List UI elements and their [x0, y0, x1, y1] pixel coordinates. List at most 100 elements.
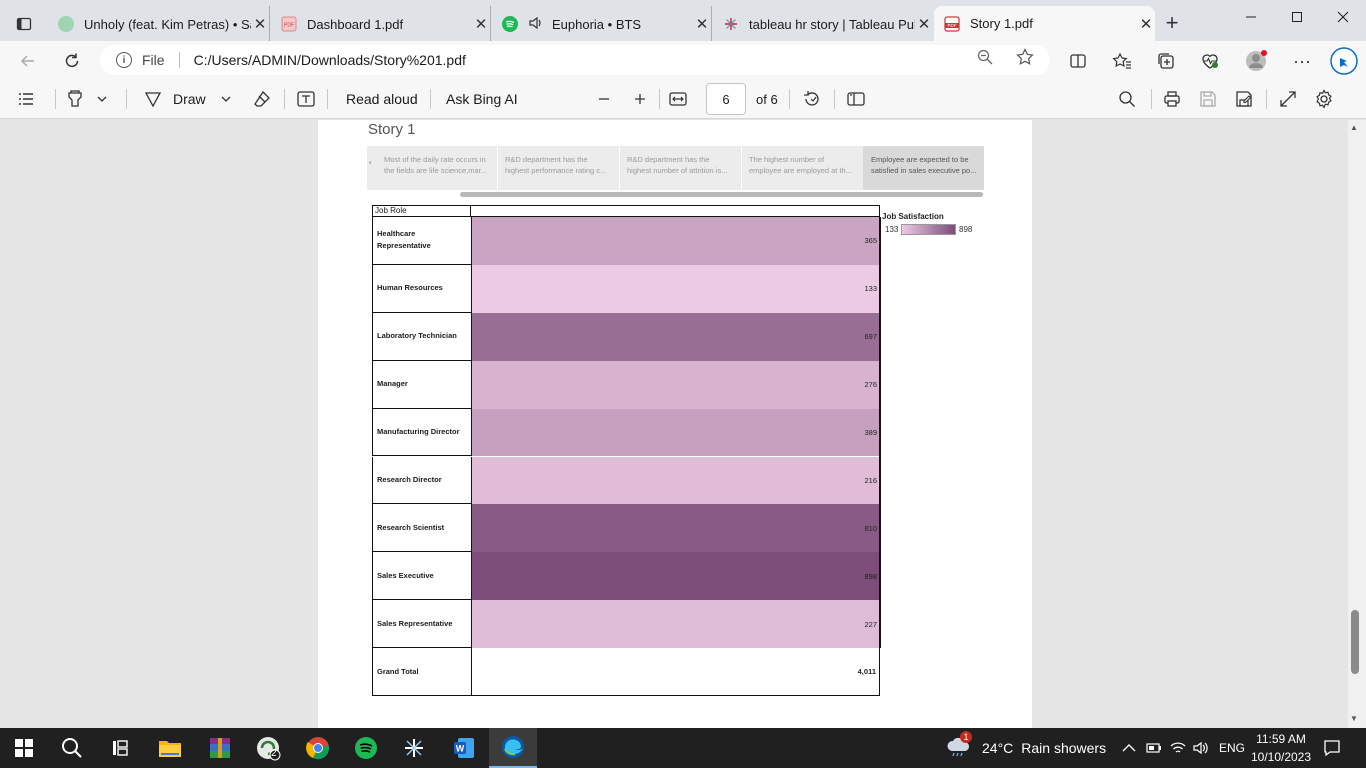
legend-gradient — [901, 224, 956, 235]
split-screen-icon[interactable] — [1066, 49, 1090, 73]
scroll-up-icon[interactable]: ▲ — [1350, 123, 1358, 132]
tab-dashboard-pdf[interactable]: PDF Dashboard 1.pdf ✕ — [271, 6, 491, 42]
notifications-icon[interactable] — [1323, 728, 1341, 768]
chrome-icon[interactable] — [294, 728, 342, 768]
close-tab-icon[interactable]: ✕ — [693, 15, 711, 33]
close-window-icon[interactable] — [1320, 4, 1366, 30]
back-icon[interactable] — [14, 47, 42, 75]
fullscreen-icon[interactable] — [1278, 87, 1298, 111]
rotate-icon[interactable] — [802, 87, 822, 111]
zoom-out-icon[interactable] — [596, 87, 612, 111]
story-title: Story 1 — [368, 121, 416, 138]
close-tab-icon[interactable]: ✕ — [915, 15, 933, 33]
battery-icon[interactable] — [1146, 728, 1162, 768]
tab-story-pdf[interactable]: PDF Story 1.pdf ✕ — [934, 6, 1155, 41]
spotify-icon[interactable] — [342, 728, 390, 768]
tableau-icon[interactable] — [390, 728, 438, 768]
ask-bing-button[interactable]: Ask Bing AI — [446, 87, 518, 111]
show-hidden-icons-icon[interactable] — [1122, 728, 1136, 768]
print-icon[interactable] — [1162, 87, 1182, 111]
settings-gear-icon[interactable] — [1314, 87, 1334, 111]
story-point-text: Employee are expected to be — [871, 155, 969, 164]
favorite-star-icon[interactable] — [1016, 48, 1034, 66]
story-point[interactable]: R&D department has the highest number of… — [619, 146, 740, 190]
zoom-icon[interactable] — [976, 48, 994, 66]
story-point[interactable]: R&D department has the highest performan… — [497, 146, 618, 190]
heatmap-cell: 133 — [472, 264, 880, 313]
word-icon[interactable]: W — [440, 728, 488, 768]
story-point[interactable]: The highest number of employee are emplo… — [741, 146, 862, 190]
volume-icon[interactable] — [1193, 728, 1209, 768]
scroll-down-icon[interactable]: ▼ — [1350, 714, 1358, 723]
highlight-dropdown-icon[interactable] — [96, 87, 108, 111]
edge-icon[interactable] — [489, 728, 537, 768]
highlight-icon[interactable] — [66, 87, 88, 111]
profile-avatar[interactable] — [1244, 49, 1268, 73]
table-of-contents-icon[interactable] — [16, 87, 36, 111]
row-label: Manager — [372, 360, 472, 409]
maximize-icon[interactable] — [1274, 4, 1320, 30]
address-bar[interactable]: i File C:/Users/ADMIN/Downloads/Story%20… — [100, 45, 1050, 75]
read-aloud-button[interactable]: Read aloud — [346, 87, 418, 111]
search-icon[interactable] — [48, 728, 96, 768]
more-options-icon[interactable]: ··· — [1290, 49, 1314, 73]
refresh-icon[interactable] — [58, 47, 86, 75]
page-view-icon[interactable] — [846, 87, 866, 111]
heatmap-cell: 898 — [472, 552, 880, 601]
weather-widget[interactable]: 1 24°C Rain showers — [946, 728, 1106, 768]
rain-cloud-icon: 1 — [946, 730, 972, 762]
page-number-input[interactable]: 6 — [706, 83, 746, 115]
add-text-icon[interactable] — [296, 87, 316, 111]
row-label: Laboratory Technician — [372, 312, 472, 361]
pdf-icon: PDF — [281, 16, 297, 32]
speaker-icon[interactable] — [528, 15, 544, 34]
tab-title: tableau hr story | Tableau Pub — [749, 16, 915, 32]
tab-tableau[interactable]: tableau hr story | Tableau Pub ✕ — [713, 6, 933, 42]
winrar-icon[interactable] — [196, 728, 244, 768]
story-point[interactable]: Most of the daily rate occurs in the fie… — [376, 146, 496, 190]
table-border — [879, 217, 881, 649]
heatmap-cell: 810 — [472, 504, 880, 553]
minimize-icon[interactable] — [1228, 4, 1274, 30]
heatmap-cell: 389 — [472, 408, 880, 457]
story-point-text: employee are employed at th... — [749, 166, 852, 175]
fit-to-width-icon[interactable] — [668, 87, 688, 111]
new-tab-icon[interactable]: + — [1160, 11, 1184, 35]
favorites-icon[interactable] — [1110, 49, 1134, 73]
divider — [1151, 89, 1152, 109]
info-icon[interactable]: i — [116, 52, 132, 68]
performance-icon[interactable] — [1198, 49, 1222, 73]
wifi-icon[interactable] — [1170, 728, 1186, 768]
close-tab-icon[interactable]: ✕ — [251, 15, 269, 33]
collections-icon[interactable] — [1154, 49, 1178, 73]
zoom-in-icon[interactable] — [632, 87, 648, 111]
close-tab-icon[interactable]: ✕ — [472, 15, 490, 33]
page-count: of 6 — [756, 91, 778, 107]
draw-label: Draw — [173, 91, 206, 107]
bing-chat-icon[interactable] — [1329, 46, 1359, 76]
eraser-icon[interactable] — [252, 87, 272, 111]
windows-start-icon[interactable] — [0, 728, 48, 768]
save-icon[interactable] — [1198, 87, 1218, 111]
story-point-text: satisfied in sales executive po... — [871, 166, 977, 175]
story-point-text: the fields are life science,mar... — [384, 166, 487, 175]
story-navigator-scrollbar[interactable] — [460, 192, 983, 197]
tab-euphoria[interactable]: Euphoria • BTS ✕ — [492, 6, 712, 42]
pen-icon — [143, 89, 163, 109]
scrollbar-thumb[interactable] — [1351, 610, 1359, 674]
clock[interactable]: 11:59 AM 10/10/2023 — [1240, 730, 1322, 766]
save-as-icon[interactable] — [1234, 87, 1254, 111]
task-view-icon[interactable] — [96, 728, 144, 768]
close-tab-icon[interactable]: ✕ — [1137, 15, 1155, 33]
row-label: Manufacturing Director — [372, 408, 472, 457]
tab-unholy[interactable]: Unholy (feat. Kim Petras) • Sa ✕ — [48, 6, 270, 42]
row-label: Healthcare Representative — [372, 217, 472, 265]
search-icon[interactable] — [1118, 87, 1136, 111]
story-point-active[interactable]: Employee are expected to be satisfied in… — [863, 146, 984, 190]
tab-actions-menu-icon[interactable] — [10, 10, 38, 38]
file-explorer-icon[interactable] — [146, 728, 194, 768]
url-text[interactable]: C:/Users/ADMIN/Downloads/Story%201.pdf — [194, 52, 466, 68]
draw-button[interactable]: Draw — [143, 87, 206, 111]
chrome-profile-icon[interactable]: 2 — [244, 728, 292, 768]
draw-dropdown-icon[interactable] — [220, 87, 232, 111]
